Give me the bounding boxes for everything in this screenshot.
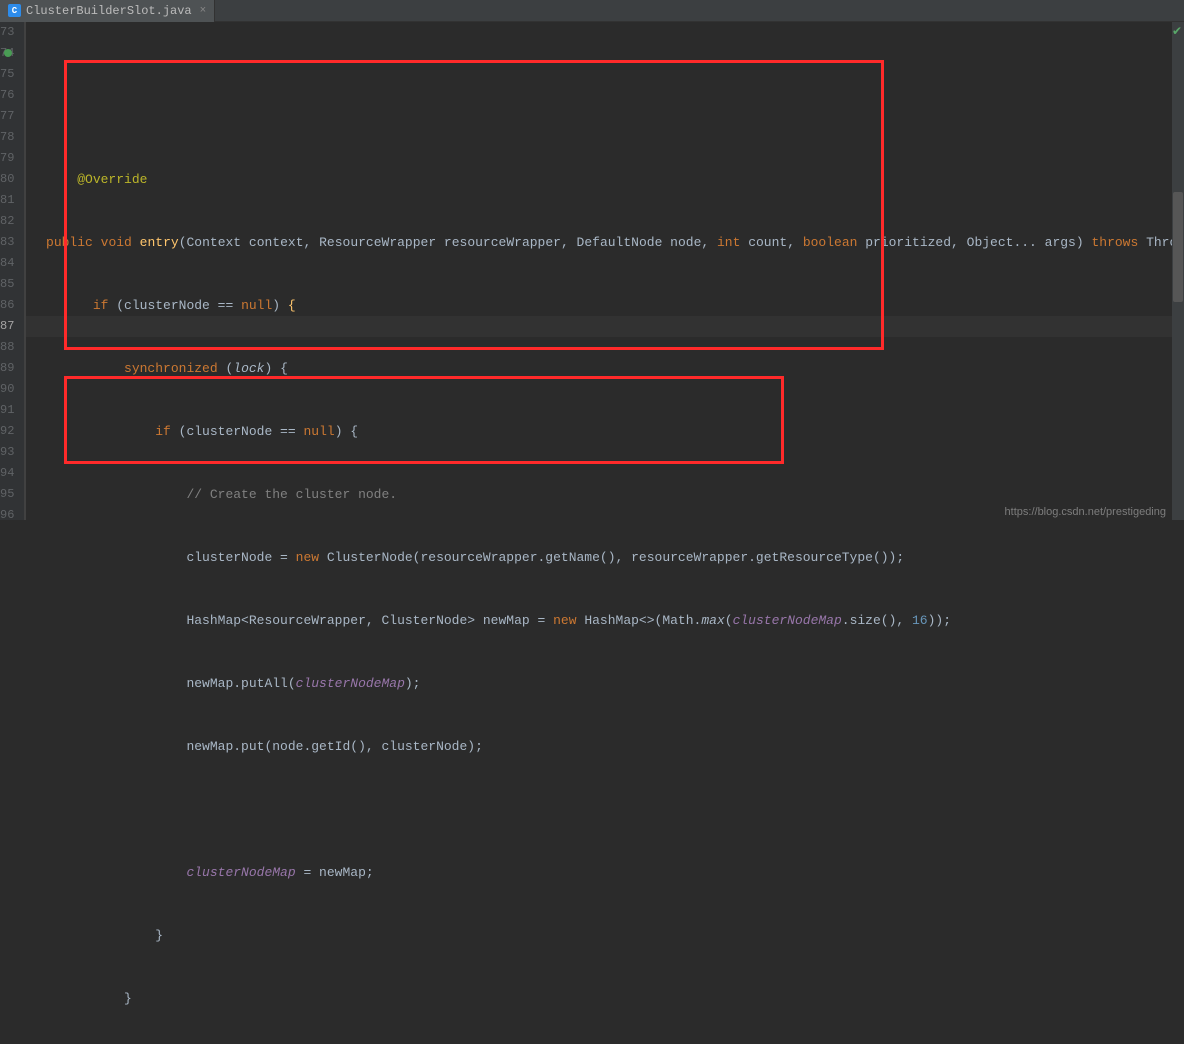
watermark: https://blog.csdn.net/prestigeding	[1005, 506, 1166, 518]
file-tab[interactable]: C ClusterBuilderSlot.java ×	[0, 0, 215, 22]
code-area[interactable]: @Override public void entry(Context cont…	[26, 22, 1184, 520]
editor[interactable]: 73 74 75 76 77 78 79 80 81 82 83 84 85 8…	[0, 22, 1184, 520]
vertical-scrollbar[interactable]	[1172, 22, 1184, 520]
close-icon[interactable]: ×	[200, 5, 207, 17]
line-gutter: 73 74 75 76 77 78 79 80 81 82 83 84 85 8…	[0, 22, 25, 520]
scroll-thumb[interactable]	[1173, 192, 1183, 302]
analysis-ok-icon[interactable]: ✔	[1172, 24, 1182, 39]
breakpoint-indicator[interactable]	[4, 49, 12, 57]
tab-filename: ClusterBuilderSlot.java	[26, 4, 192, 18]
annotation-box	[64, 376, 784, 464]
java-class-icon: C	[8, 4, 21, 17]
tab-bar: C ClusterBuilderSlot.java ×	[0, 0, 1184, 22]
